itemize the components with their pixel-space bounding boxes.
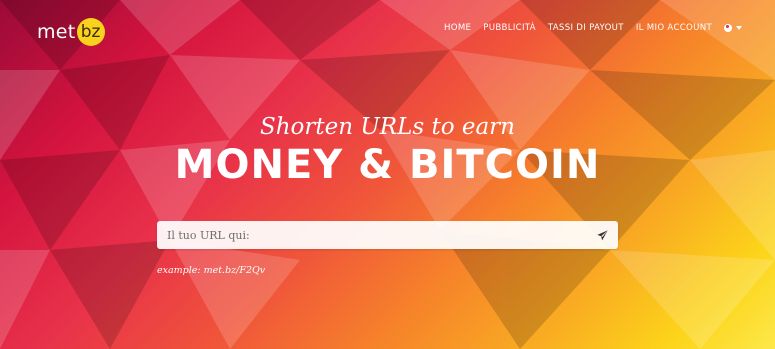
example-text: example: met.bz/F2Qv <box>157 265 266 276</box>
brand-logo[interactable]: met bz <box>37 18 105 46</box>
brand-badge: bz <box>76 18 105 46</box>
brand-badge-text: bz <box>80 21 101 42</box>
nav-my-account[interactable]: IL MIO ACCOUNT <box>636 23 712 33</box>
brand-name: met <box>37 21 76 43</box>
nav-home[interactable]: HOME <box>444 23 471 33</box>
paper-plane-icon <box>596 229 608 240</box>
globe-icon <box>724 24 732 32</box>
hero-headline: MONEY & BITCOIN <box>174 142 601 188</box>
shorten-url-form <box>157 221 618 249</box>
language-selector[interactable] <box>724 24 742 32</box>
shorten-submit-button[interactable] <box>596 229 608 241</box>
url-input[interactable] <box>167 228 596 242</box>
hero-tagline: Shorten URLs to earn <box>259 114 515 140</box>
hero-section: met bz HOME PUBBLICITÀ TASSI DI PAYOUT I… <box>0 0 775 349</box>
nav-payout-rates[interactable]: TASSI DI PAYOUT <box>548 23 624 33</box>
caret-down-icon <box>736 26 742 30</box>
nav-advertising[interactable]: PUBBLICITÀ <box>483 23 536 33</box>
top-nav: HOME PUBBLICITÀ TASSI DI PAYOUT IL MIO A… <box>444 23 742 33</box>
